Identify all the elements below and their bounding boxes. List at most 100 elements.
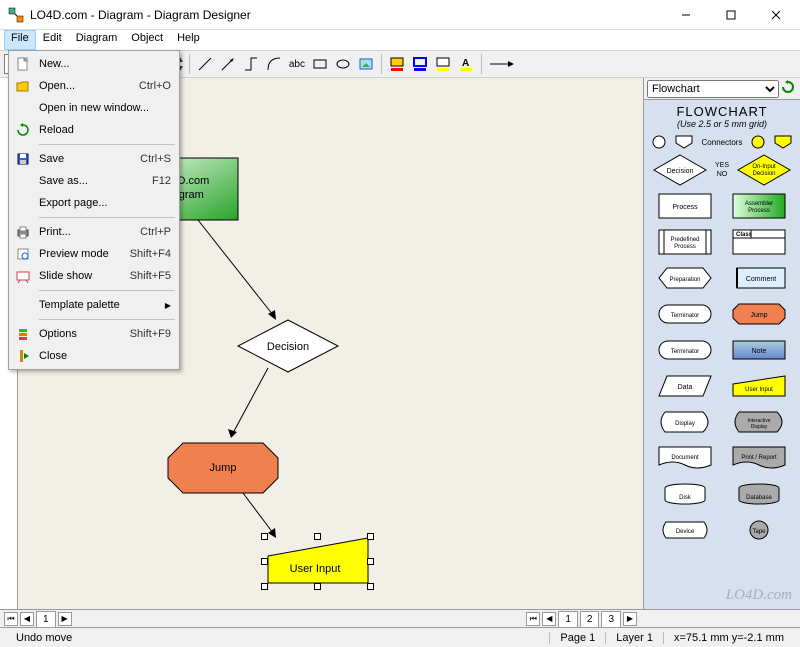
- arrow-style-icon[interactable]: [486, 53, 518, 75]
- menu-item-new[interactable]: New...: [11, 53, 177, 75]
- tab-next-icon[interactable]: ▶: [58, 612, 72, 626]
- layer-tab-3[interactable]: 3: [601, 611, 621, 627]
- page-tabs-row: ⏮ ◀ 1 ▶ ⏮ ◀ 1 2 3 ▶: [0, 609, 800, 627]
- selection-handle[interactable]: [314, 533, 321, 540]
- status-layer: Layer 1: [605, 632, 663, 644]
- selection-handle[interactable]: [261, 558, 268, 565]
- svg-text:Document: Document: [671, 455, 699, 461]
- menu-item-open[interactable]: Open...Ctrl+O: [11, 75, 177, 97]
- svg-text:Database: Database: [746, 495, 772, 501]
- fillcolor2-icon[interactable]: [432, 53, 454, 75]
- menu-item-open-new-window[interactable]: Open in new window...: [11, 97, 177, 119]
- selection-handle[interactable]: [314, 583, 321, 590]
- svg-text:On-Input: On-Input: [752, 164, 776, 170]
- connector-tool-icon[interactable]: [240, 53, 262, 75]
- svg-text:Display: Display: [675, 421, 695, 427]
- svg-text:Note: Note: [752, 348, 767, 355]
- svg-text:Decision: Decision: [752, 171, 775, 177]
- layer-next-icon[interactable]: ▶: [623, 612, 637, 626]
- reload-icon: [15, 122, 31, 138]
- menubar: File Edit Diagram Object Help: [0, 30, 800, 50]
- svg-text:Device: Device: [676, 529, 695, 535]
- svg-text:Tape: Tape: [752, 529, 766, 535]
- menu-item-save-as[interactable]: Save as...F12: [11, 170, 177, 192]
- layer-tab-1[interactable]: 1: [558, 611, 578, 627]
- arrow-tool-icon[interactable]: [217, 53, 239, 75]
- textcolor-icon[interactable]: A: [455, 53, 477, 75]
- selection-handle[interactable]: [367, 583, 374, 590]
- menu-object[interactable]: Object: [124, 30, 170, 50]
- close-menu-icon: [15, 348, 31, 364]
- canvas-userinput-label: User Input: [290, 563, 341, 575]
- svg-text:Assembler: Assembler: [745, 201, 773, 207]
- svg-text:Class: Class: [736, 232, 753, 238]
- menu-edit[interactable]: Edit: [36, 30, 69, 50]
- selection-handle[interactable]: [261, 583, 268, 590]
- app-icon: [8, 7, 24, 23]
- page-tab-1[interactable]: 1: [36, 611, 56, 627]
- selection-handle[interactable]: [261, 533, 268, 540]
- fillcolor-icon[interactable]: [386, 53, 408, 75]
- save-icon: [15, 151, 31, 167]
- svg-text:Disk: Disk: [679, 495, 692, 501]
- ellipse-tool-icon[interactable]: [332, 53, 354, 75]
- menu-item-options[interactable]: OptionsShift+F9: [11, 323, 177, 345]
- canvas-decision-label: Decision: [267, 341, 309, 353]
- palette-body[interactable]: FLOWCHART (Use 2.5 or 5 mm grid) Connect…: [644, 100, 800, 609]
- svg-text:Display: Display: [751, 424, 768, 430]
- tab-prev-icon[interactable]: ◀: [20, 612, 34, 626]
- svg-text:User Input: User Input: [745, 387, 773, 393]
- statusbar: Undo move Page 1 Layer 1 x=75.1 mm y=-2.…: [0, 627, 800, 647]
- svg-text:A: A: [462, 58, 469, 69]
- menu-help[interactable]: Help: [170, 30, 207, 50]
- linecolor-icon[interactable]: [409, 53, 431, 75]
- slideshow-icon: [15, 268, 31, 284]
- svg-text:Predefined: Predefined: [670, 237, 699, 243]
- menu-item-export[interactable]: Export page...: [11, 192, 177, 214]
- window-title: LO4D.com - Diagram - Diagram Designer: [30, 8, 251, 22]
- svg-text:Process: Process: [748, 208, 770, 214]
- svg-text:Terminator: Terminator: [671, 349, 699, 355]
- text-tool-icon[interactable]: abc: [286, 53, 308, 75]
- palette-subtitle: (Use 2.5 or 5 mm grid): [648, 119, 796, 129]
- menu-item-save[interactable]: SaveCtrl+S: [11, 148, 177, 170]
- palette-dropdown[interactable]: Flowchart: [647, 80, 779, 98]
- layer-prev-icon[interactable]: ◀: [542, 612, 556, 626]
- menu-item-reload[interactable]: Reload: [11, 119, 177, 141]
- watermark: LO4D.com: [726, 587, 792, 604]
- minimize-button[interactable]: [663, 1, 708, 29]
- tab-first-icon[interactable]: ⏮: [4, 612, 18, 626]
- selection-handle[interactable]: [367, 558, 374, 565]
- image-tool-icon[interactable]: [355, 53, 377, 75]
- new-icon: [15, 56, 31, 72]
- svg-text:Preparation: Preparation: [669, 277, 700, 283]
- rect-tool-icon[interactable]: [309, 53, 331, 75]
- curve-tool-icon[interactable]: [263, 53, 285, 75]
- menu-item-slideshow[interactable]: Slide showShift+F5: [11, 265, 177, 287]
- palette-refresh-icon[interactable]: [779, 80, 797, 97]
- menu-file[interactable]: File: [4, 30, 36, 50]
- svg-text:Process: Process: [674, 244, 696, 250]
- selection-handle[interactable]: [367, 533, 374, 540]
- svg-text:Terminator: Terminator: [671, 313, 699, 319]
- menu-item-preview[interactable]: Preview modeShift+F4: [11, 243, 177, 265]
- maximize-button[interactable]: [708, 1, 753, 29]
- template-palette: Flowchart FLOWCHART (Use 2.5 or 5 mm gri…: [643, 78, 800, 609]
- menu-item-template-palette[interactable]: Template palette▶: [11, 294, 177, 316]
- status-coords: x=75.1 mm y=-2.1 mm: [663, 632, 794, 644]
- close-button[interactable]: [753, 1, 798, 29]
- svg-text:Process: Process: [672, 204, 698, 211]
- file-menu-dropdown: New... Open...Ctrl+O Open in new window.…: [8, 50, 180, 370]
- layer-tab-2[interactable]: 2: [580, 611, 600, 627]
- line-tool-icon[interactable]: [194, 53, 216, 75]
- menu-item-print[interactable]: Print...Ctrl+P: [11, 221, 177, 243]
- menu-diagram[interactable]: Diagram: [69, 30, 125, 50]
- svg-text:Comment: Comment: [746, 276, 776, 283]
- print-icon: [15, 224, 31, 240]
- svg-text:Print / Report: Print / Report: [741, 455, 777, 461]
- status-message: Undo move: [6, 632, 82, 644]
- preview-icon: [15, 246, 31, 262]
- menu-item-close[interactable]: Close: [11, 345, 177, 367]
- titlebar: LO4D.com - Diagram - Diagram Designer: [0, 0, 800, 30]
- layer-first-icon[interactable]: ⏮: [526, 612, 540, 626]
